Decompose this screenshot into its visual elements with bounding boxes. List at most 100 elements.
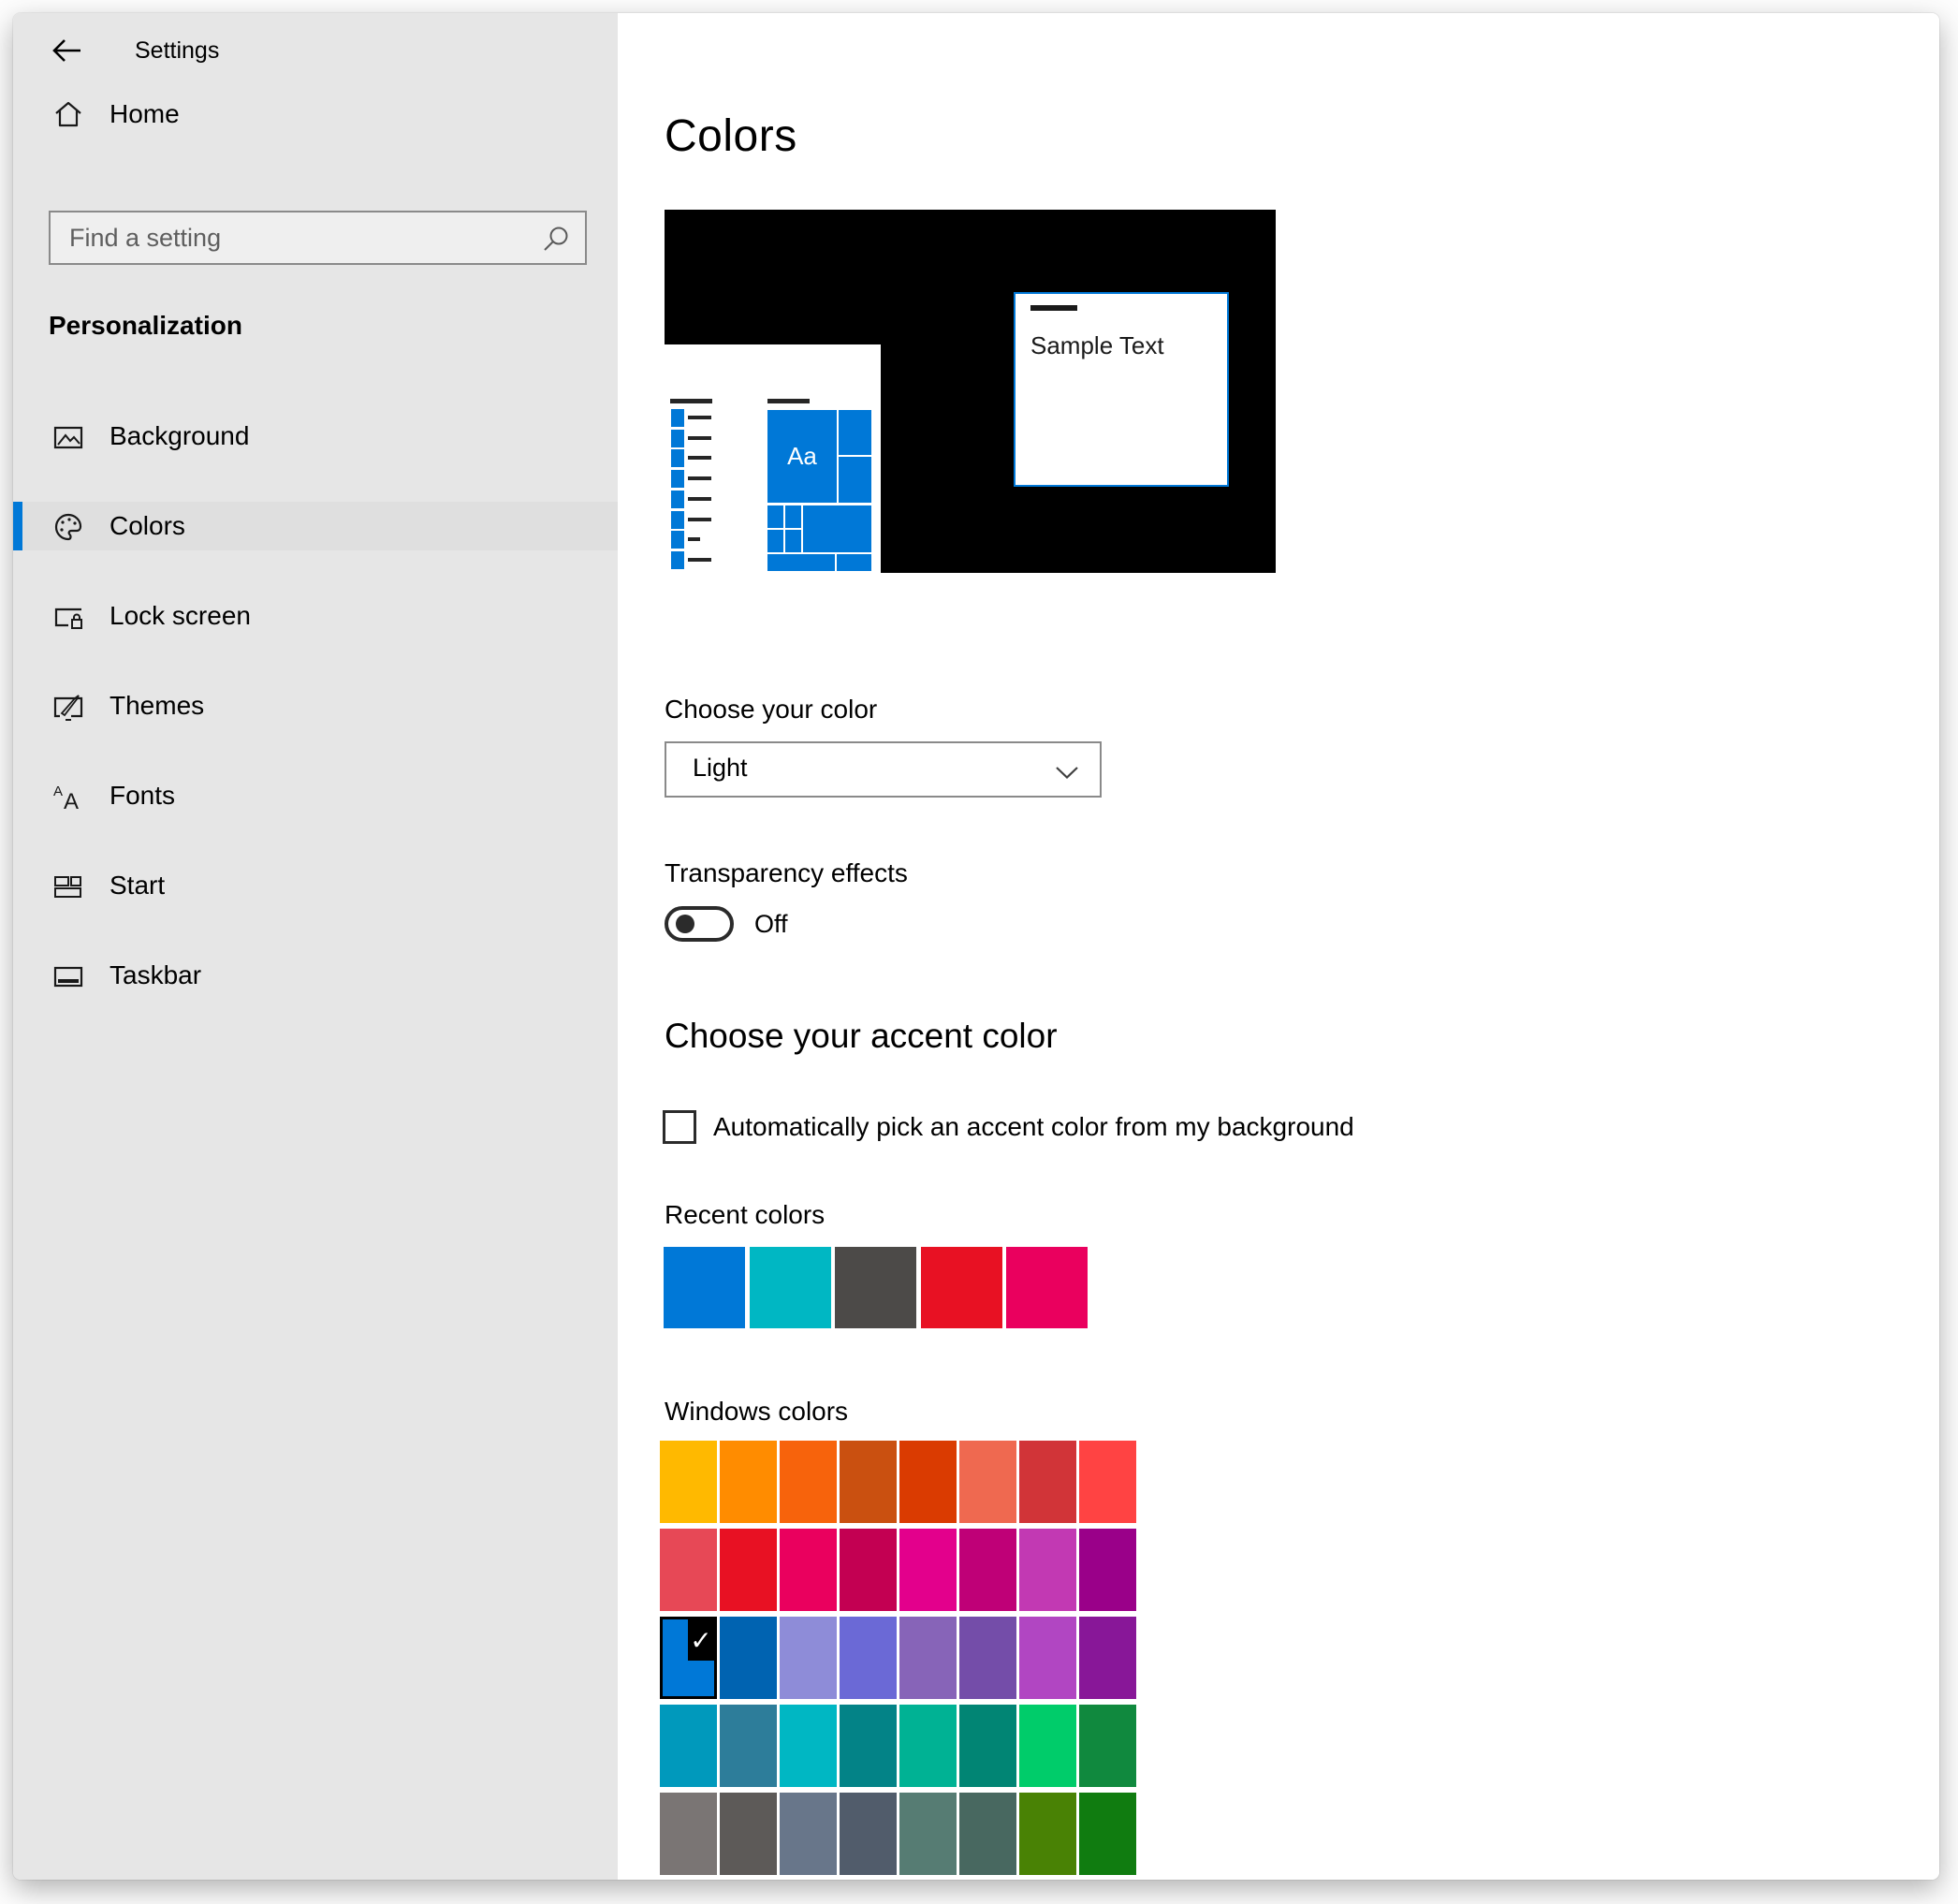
- windows-color-swatch[interactable]: [660, 1793, 717, 1875]
- preview-tile: [767, 505, 783, 528]
- preview-sample-text: Sample Text: [1030, 331, 1164, 360]
- windows-color-swatch[interactable]: [1079, 1529, 1136, 1611]
- windows-color-swatch[interactable]: [1019, 1793, 1076, 1875]
- toggle-knob: [676, 915, 694, 933]
- windows-color-swatch[interactable]: [959, 1441, 1016, 1523]
- recent-colors-heading: Recent colors: [665, 1200, 825, 1230]
- sidebar-item-label: Fonts: [110, 778, 175, 813]
- themes-icon: [52, 691, 84, 723]
- recent-color-swatch[interactable]: [664, 1247, 745, 1328]
- auto-accent-label: Automatically pick an accent color from …: [713, 1112, 1354, 1142]
- svg-text:A: A: [64, 789, 79, 813]
- sidebar-item-fonts[interactable]: A A Fonts: [13, 771, 618, 820]
- windows-color-swatch[interactable]: [959, 1617, 1016, 1699]
- windows-color-swatch[interactable]: [780, 1617, 837, 1699]
- color-mode-value: Light: [693, 754, 748, 783]
- windows-color-swatch[interactable]: [780, 1705, 837, 1787]
- back-button[interactable]: [49, 32, 86, 69]
- recent-colors-row: [664, 1247, 1088, 1328]
- sidebar-nav-list: Background Colors: [13, 412, 618, 1041]
- sidebar-item-label: Lock screen: [110, 598, 251, 634]
- search-input[interactable]: [51, 212, 585, 263]
- recent-color-swatch[interactable]: [921, 1247, 1002, 1328]
- sidebar-item-colors[interactable]: Colors: [13, 502, 618, 550]
- sidebar-item-taskbar[interactable]: Taskbar: [13, 951, 618, 1000]
- windows-color-swatch[interactable]: [1079, 1705, 1136, 1787]
- preview-tile: [803, 505, 871, 552]
- windows-color-swatch[interactable]: [899, 1793, 957, 1875]
- app-title: Settings: [135, 34, 219, 67]
- windows-color-swatch[interactable]: [780, 1793, 837, 1875]
- windows-color-swatch[interactable]: [720, 1441, 777, 1523]
- sidebar-item-label: Start: [110, 868, 165, 903]
- windows-color-swatch[interactable]: [660, 1529, 717, 1611]
- palette-icon: [52, 511, 84, 543]
- taskbar-icon: [52, 960, 84, 992]
- windows-color-swatch[interactable]: [660, 1441, 717, 1523]
- windows-color-swatch[interactable]: [840, 1705, 897, 1787]
- transparency-toggle[interactable]: [665, 906, 734, 942]
- windows-color-swatch[interactable]: [1079, 1617, 1136, 1699]
- windows-color-swatch[interactable]: [1079, 1793, 1136, 1875]
- sidebar: Settings Home Personalization: [13, 13, 618, 1880]
- auto-accent-checkbox[interactable]: [663, 1110, 696, 1144]
- sidebar-section-header: Personalization: [49, 311, 242, 341]
- sidebar-item-label: Themes: [110, 688, 204, 724]
- windows-color-swatch[interactable]: [1019, 1441, 1076, 1523]
- sidebar-item-label: Taskbar: [110, 958, 201, 993]
- windows-color-swatch[interactable]: [959, 1529, 1016, 1611]
- windows-color-swatch[interactable]: [780, 1529, 837, 1611]
- windows-color-swatch[interactable]: [840, 1529, 897, 1611]
- windows-color-swatch[interactable]: [720, 1617, 777, 1699]
- lock-screen-icon: [52, 601, 84, 633]
- transparency-state: Off: [754, 910, 788, 939]
- windows-color-swatch[interactable]: [959, 1793, 1016, 1875]
- chevron-down-icon: [1055, 766, 1079, 780]
- windows-color-swatch[interactable]: [720, 1529, 777, 1611]
- sidebar-item-lock-screen[interactable]: Lock screen: [13, 592, 618, 640]
- windows-color-swatch[interactable]: [840, 1793, 897, 1875]
- windows-color-swatch[interactable]: [840, 1441, 897, 1523]
- page-title: Colors: [665, 110, 797, 162]
- color-mode-dropdown[interactable]: Light: [665, 741, 1102, 798]
- recent-color-swatch[interactable]: [750, 1247, 831, 1328]
- preview-tile: [767, 554, 835, 571]
- windows-color-swatch[interactable]: [1079, 1441, 1136, 1523]
- back-arrow-icon: [49, 32, 86, 69]
- windows-color-swatch[interactable]: [720, 1705, 777, 1787]
- windows-color-swatch[interactable]: [1019, 1617, 1076, 1699]
- home-icon: [52, 98, 84, 130]
- windows-color-swatch[interactable]: [959, 1705, 1016, 1787]
- preview-tile: [837, 554, 871, 571]
- image-icon: [52, 421, 84, 453]
- sidebar-item-home[interactable]: Home: [13, 90, 618, 139]
- windows-color-swatch[interactable]: [780, 1441, 837, 1523]
- recent-color-swatch[interactable]: [835, 1247, 916, 1328]
- windows-color-swatch[interactable]: [720, 1793, 777, 1875]
- sidebar-item-start[interactable]: Start: [13, 861, 618, 910]
- fonts-icon: A A: [52, 781, 84, 813]
- sidebar-item-label: Background: [110, 418, 249, 454]
- windows-color-swatch[interactable]: ✓: [660, 1617, 717, 1699]
- theme-preview: Aa Sample Text: [665, 210, 1276, 573]
- preview-tile: [785, 530, 801, 552]
- search-icon: [540, 224, 572, 256]
- sidebar-item-background[interactable]: Background: [13, 412, 618, 461]
- windows-color-swatch[interactable]: [1019, 1705, 1076, 1787]
- windows-color-swatch[interactable]: [1019, 1529, 1076, 1611]
- windows-color-swatch[interactable]: [899, 1617, 957, 1699]
- preview-tile: [839, 457, 871, 503]
- windows-color-swatch[interactable]: [840, 1617, 897, 1699]
- recent-color-swatch[interactable]: [1006, 1247, 1088, 1328]
- windows-color-swatch[interactable]: [660, 1705, 717, 1787]
- accent-section-heading: Choose your accent color: [665, 1017, 1058, 1056]
- preview-tile: [839, 410, 871, 455]
- settings-window: Settings Home Personalization: [13, 13, 1939, 1880]
- windows-color-swatch[interactable]: [899, 1705, 957, 1787]
- sidebar-item-themes[interactable]: Themes: [13, 681, 618, 730]
- transparency-label: Transparency effects: [665, 858, 908, 888]
- preview-tile: [785, 505, 801, 528]
- windows-color-swatch[interactable]: [899, 1441, 957, 1523]
- windows-color-swatch[interactable]: [899, 1529, 957, 1611]
- choose-color-label: Choose your color: [665, 695, 877, 725]
